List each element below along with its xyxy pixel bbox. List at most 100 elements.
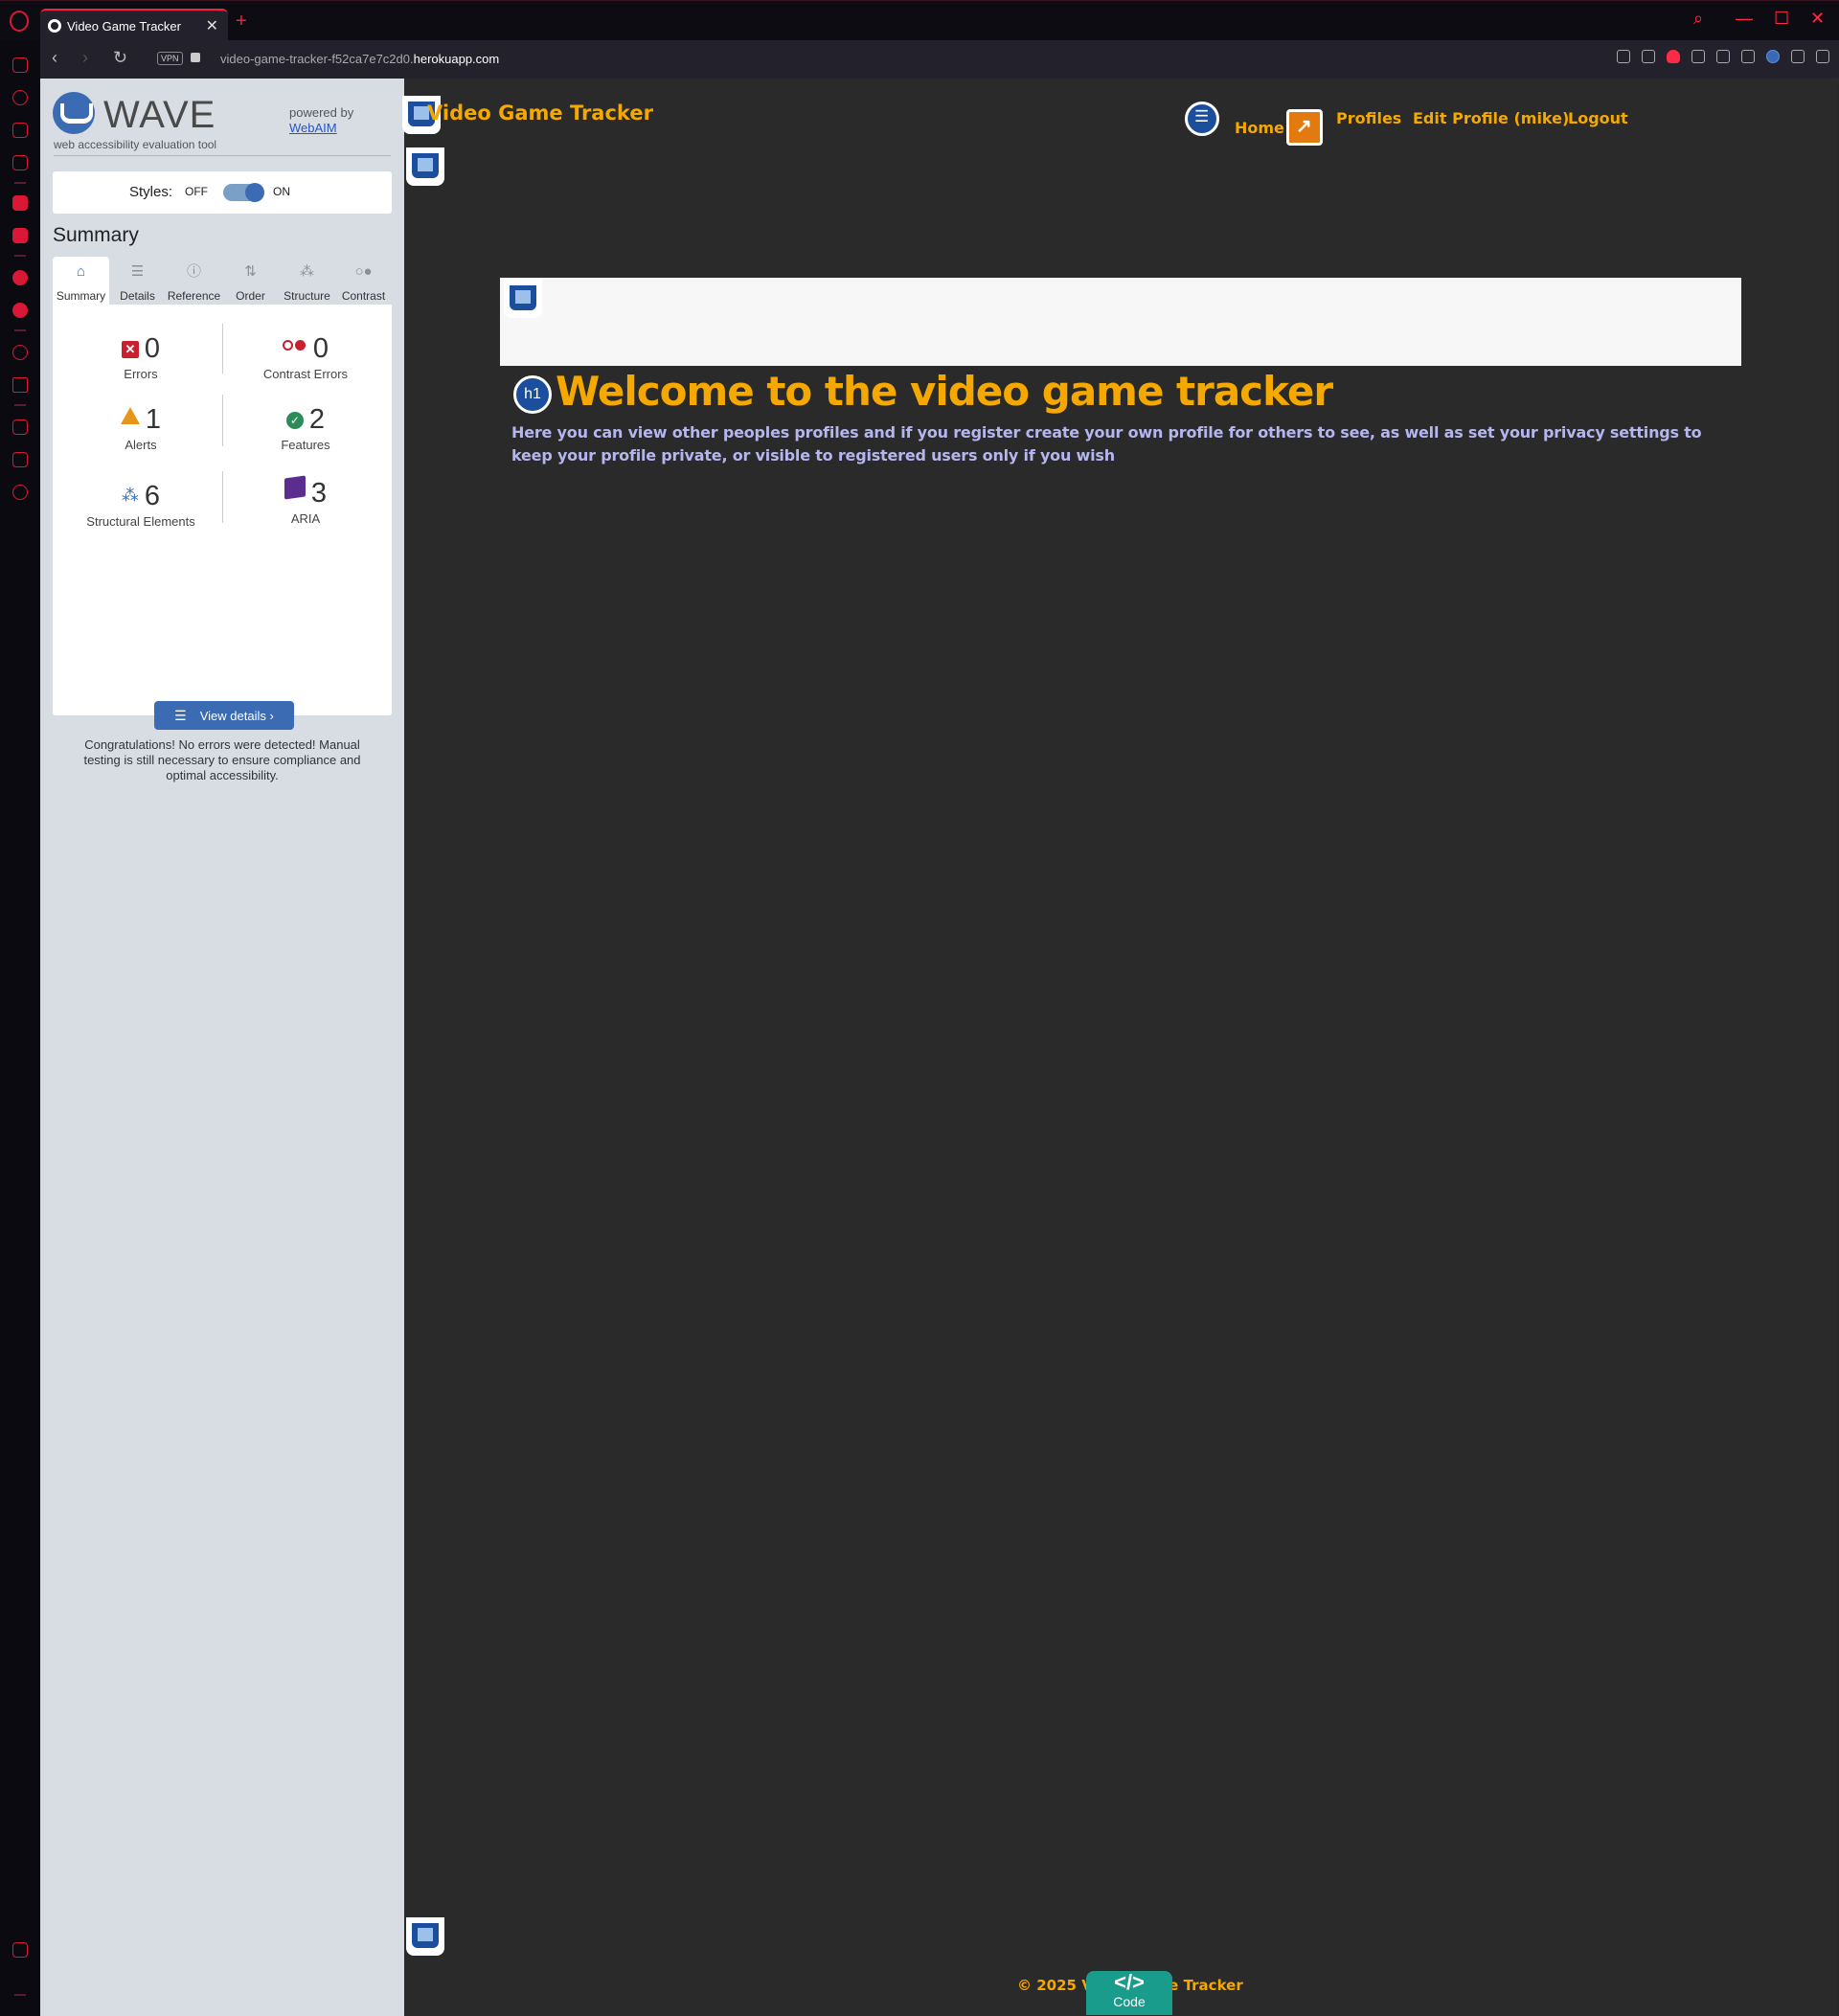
contrast-icon: ○●: [354, 263, 373, 280]
structure-icon: ⁂: [121, 486, 139, 505]
nav-logout-link[interactable]: Logout: [1568, 109, 1628, 127]
wave-extension-icon[interactable]: [1766, 50, 1780, 63]
alerts-label: Alerts: [125, 438, 157, 452]
vpn-badge[interactable]: VPN: [157, 52, 183, 65]
powered-by: powered by WebAIM: [289, 105, 353, 136]
share-icon[interactable]: [1617, 50, 1630, 63]
whatsapp-icon[interactable]: [12, 303, 28, 318]
divider: [54, 155, 391, 156]
player-icon[interactable]: [12, 345, 28, 360]
aria-count: 3: [310, 478, 328, 509]
tab-structure[interactable]: ⁂ Structure: [279, 257, 335, 305]
wave-panel: WAVE web accessibility evaluation tool p…: [40, 79, 404, 2016]
code-button[interactable]: </> Code: [1086, 1971, 1172, 2015]
congratulations-message: Congratulations! No errors were detected…: [83, 737, 361, 782]
lock-icon[interactable]: [191, 53, 200, 62]
h1-badge-icon[interactable]: h1: [513, 375, 552, 414]
gx-control-icon[interactable]: [12, 57, 28, 73]
styles-toggle-switch[interactable]: [223, 183, 264, 202]
more-options-icon[interactable]: [14, 1994, 26, 1996]
alert-icon: [120, 407, 140, 424]
aria-ai-icon[interactable]: [12, 195, 28, 211]
browser-title-bar: Video Game Tracker ✕ + ⌕ — ☐ ✕: [0, 0, 1839, 41]
cube-icon[interactable]: [1791, 50, 1805, 63]
view-details-button[interactable]: ☰ View details ›: [154, 701, 294, 730]
structural-count: 6: [144, 481, 161, 511]
url-field[interactable]: video-game-tracker-f52ca7e7c2d0.herokuap…: [220, 52, 499, 66]
nav-edit-profile-link[interactable]: Edit Profile (mike): [1413, 109, 1569, 127]
alerts-count: 1: [145, 404, 162, 435]
tab-reference[interactable]: ⓘ Reference: [166, 257, 222, 305]
new-tab-button[interactable]: +: [236, 11, 247, 33]
settings-gear-icon[interactable]: [12, 485, 28, 500]
messenger-icon[interactable]: [12, 270, 28, 285]
feature-icon: ✓: [285, 412, 304, 429]
error-icon: ✕: [121, 341, 139, 358]
tab-label: Summary: [56, 289, 106, 303]
tab-label: Order: [236, 289, 265, 303]
tab-title: Video Game Tracker: [67, 19, 181, 34]
aria-cube-icon: [284, 475, 306, 500]
browser-tab[interactable]: Video Game Tracker ✕: [40, 9, 228, 41]
snapshot-icon[interactable]: [1642, 50, 1655, 63]
close-window-button[interactable]: ✕: [1810, 9, 1825, 29]
send-flow-icon[interactable]: [12, 377, 28, 393]
speed-dial-icon[interactable]: [12, 90, 28, 105]
bookmark-heart-icon[interactable]: [1716, 50, 1730, 63]
send-icon[interactable]: [1691, 50, 1705, 63]
tab-close-icon[interactable]: ✕: [206, 16, 218, 35]
structural-elements-stat[interactable]: ⁂ 6 Structural Elements: [64, 481, 217, 529]
errors-stat[interactable]: ✕ 0 Errors: [64, 333, 217, 381]
instagram-icon[interactable]: [12, 155, 28, 170]
search-tabs-icon[interactable]: ⌕: [1693, 9, 1703, 29]
divider: [222, 471, 223, 523]
easy-setup-icon[interactable]: [1816, 50, 1829, 63]
aria-stat[interactable]: 3 ARIA: [229, 475, 382, 526]
music-icon[interactable]: [12, 228, 28, 243]
site-title-link[interactable]: Video Game Tracker: [427, 102, 653, 125]
extensions-icon[interactable]: [12, 452, 28, 467]
structural-label: Structural Elements: [86, 514, 195, 529]
navigation-landmark-icon[interactable]: [1185, 102, 1219, 136]
powered-by-text: powered by: [289, 105, 354, 120]
forward-button[interactable]: ›: [82, 48, 88, 68]
styles-on-label: ON: [273, 185, 290, 198]
store-icon[interactable]: [12, 123, 28, 138]
wave-logo-icon: [53, 92, 95, 134]
region-landmark-icon[interactable]: [504, 280, 542, 318]
opera-logo-icon[interactable]: [10, 11, 29, 32]
tab-summary[interactable]: ⌂ Summary: [53, 257, 109, 305]
tab-label: Details: [120, 289, 155, 303]
reload-button[interactable]: ↻: [113, 48, 127, 68]
nav-profiles-link[interactable]: Profiles: [1336, 109, 1401, 127]
pocket-icon[interactable]: [1667, 50, 1680, 63]
webaim-link[interactable]: WebAIM: [289, 121, 353, 136]
downloads-icon[interactable]: [12, 419, 28, 435]
contrast-errors-stat[interactable]: 0 Contrast Errors: [229, 333, 382, 381]
tab-order[interactable]: ⇅ Order: [222, 257, 279, 305]
tab-favicon-icon: [48, 19, 61, 33]
features-stat[interactable]: ✓ 2 Features: [229, 404, 382, 452]
styles-off-label: OFF: [185, 185, 208, 198]
page-heading: Welcome to the video game tracker: [556, 368, 1333, 415]
features-count: 2: [308, 404, 326, 435]
alerts-stat[interactable]: 1 Alerts: [64, 404, 217, 452]
home-icon: ⌂: [76, 263, 86, 280]
errors-count: 0: [144, 333, 161, 364]
snapshot-gallery-icon[interactable]: [12, 1942, 28, 1958]
sidebar-divider: [14, 182, 26, 184]
back-button[interactable]: ‹: [52, 48, 57, 68]
minimize-button[interactable]: —: [1736, 9, 1753, 29]
nav-home-link[interactable]: Home: [1235, 119, 1284, 137]
extension-icon[interactable]: [1741, 50, 1755, 63]
url-domain: herokuapp.com: [413, 52, 500, 66]
opera-sidebar: [0, 40, 40, 2016]
tab-details[interactable]: ☰ Details: [109, 257, 166, 305]
intro-paragraph: Here you can view other peoples profiles…: [511, 423, 1702, 464]
summary-heading: Summary: [53, 224, 139, 246]
footer-landmark-icon[interactable]: [406, 1917, 444, 1956]
main-landmark-icon[interactable]: [406, 147, 444, 186]
maximize-button[interactable]: ☐: [1774, 9, 1789, 29]
tab-contrast[interactable]: ○● Contrast: [335, 257, 392, 305]
redirect-alert-icon[interactable]: [1286, 109, 1323, 146]
